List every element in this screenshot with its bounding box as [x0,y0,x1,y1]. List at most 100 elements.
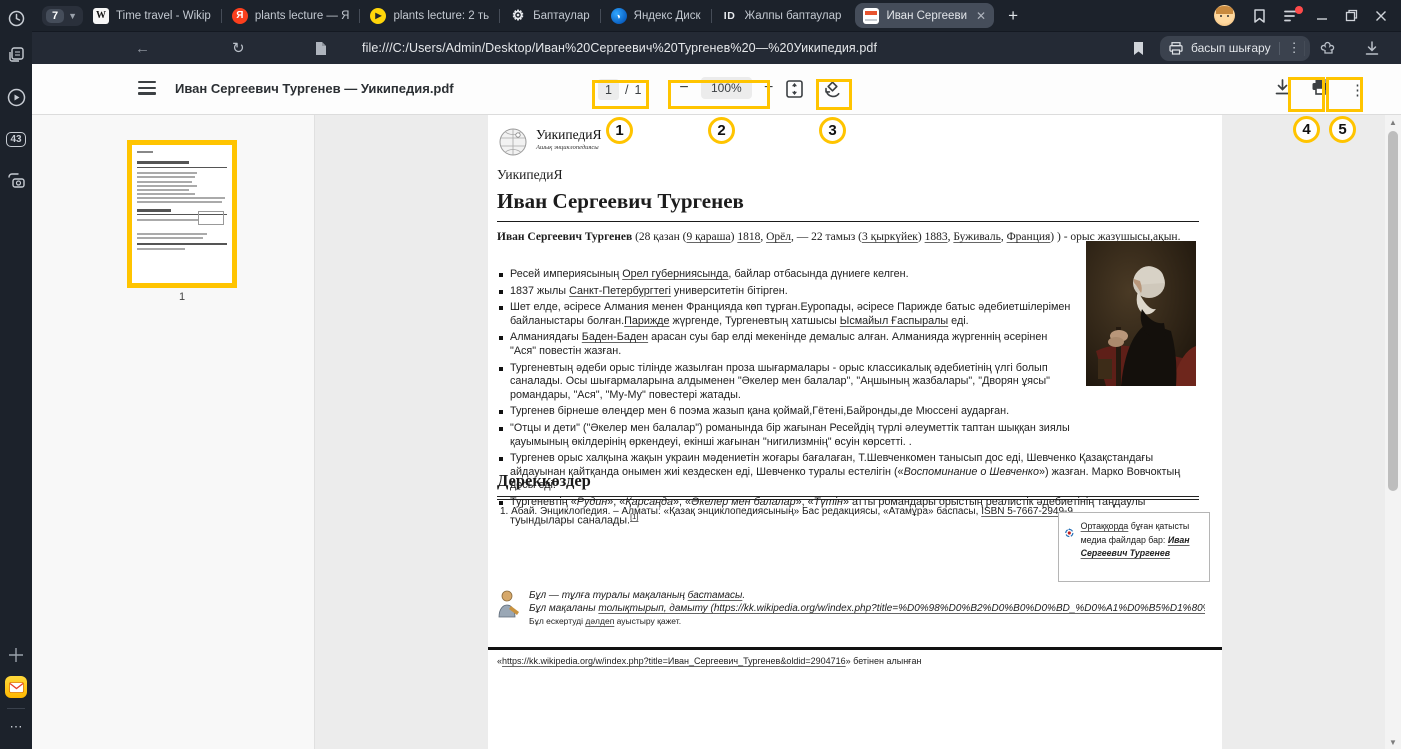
annotation-number-2: 2 [708,117,735,144]
annotation-box-page-counter [592,80,649,109]
wikipedia-logo: УикипедиЯ Ашық энциклопедиясы [497,127,602,159]
browser-sidebar: 43 ⋯ [0,0,32,749]
scroll-down-icon[interactable]: ▼ [1385,735,1401,749]
downloads-icon[interactable] [1365,41,1379,56]
gear-icon: ⚙ [510,8,526,24]
vertical-scrollbar[interactable]: ▲ ▼ [1385,115,1401,749]
minimize-button[interactable] [1316,10,1328,22]
doc-link[interactable]: Орёл [766,231,791,243]
tab-settings[interactable]: ⚙ Баптаулар [500,0,600,31]
annotation-box-print [1326,77,1363,112]
back-icon[interactable]: ← [135,40,150,57]
article-bullet: Алманиядағы Баден-Баден арасан суы бар е… [497,331,1073,358]
thumbnail-panel: 1 [32,115,315,749]
annotation-box-zoom-controls [668,80,770,109]
doc-link[interactable]: 3 қыркүйек [862,231,918,243]
history-icon[interactable] [0,5,32,31]
tab-counter[interactable]: 7 ▼ [42,6,83,26]
pdf-content-area: 1 УикипедиЯ Ашық энциклопедиясы Уикипеди… [32,115,1401,749]
wikipedia-tagline: Ашық энциклопедиясы [536,144,602,151]
sidebar-more-icon[interactable]: ⋯ [0,714,32,740]
collections-icon[interactable] [1320,40,1338,56]
play-circle-icon[interactable] [0,84,32,110]
yandex-mail-icon[interactable] [0,674,32,700]
address-bar: ← ↻ file:///C:/Users/Admin/Desktop/Иван%… [32,31,1401,64]
article-bullet: Тургеневтың әдеби орыс тілінде жазылған … [497,362,1073,403]
article-bullet: Ресей империясының Орел губерниясында, б… [497,268,1073,282]
url-text[interactable]: file:///C:/Users/Admin/Desktop/Иван%20Се… [362,41,877,55]
tab-plants-lecture-video[interactable]: ▶ plants lecture: 2 ть [360,0,499,31]
doc-link[interactable]: 1883 [925,231,948,243]
doc-link[interactable]: бастамасы [688,590,743,601]
article-title: Иван Сергеевич Тургенев [497,189,1199,222]
browser-window: 43 ⋯ 7 ▼ W Time travel - Wikip Я plants … [0,0,1401,749]
scrollbar-thumb[interactable] [1388,131,1398,491]
tab-panels-icon[interactable] [0,41,32,67]
tab-time-travel[interactable]: W Time travel - Wikip [83,0,221,31]
fit-to-page-icon[interactable] [785,79,804,104]
stub-notice: Бұл — тұлға туралы мақаланың бастамасы. … [497,589,1209,627]
print-button-label: басып шығару [1191,41,1271,55]
wikipedia-globe-icon [497,127,531,159]
browser-menu-icon[interactable] [1284,10,1299,22]
sidebar-add-icon[interactable] [0,642,32,668]
youtube-icon: ▶ [370,8,386,24]
article-bullet: Тургенев бірнеше өлеңдер мен 6 поэма жаз… [497,405,1073,419]
scroll-up-icon[interactable]: ▲ [1385,115,1401,129]
commons-box: Ортаққорда бұған қатысты медиа файлдар б… [1058,512,1210,582]
retrieved-from-line: «https://kk.wikipedia.org/w/index.php?ti… [497,656,921,666]
site-label: УикипедиЯ [497,167,563,183]
addressbar-divider [1304,41,1305,56]
doc-link[interactable]: 1818 [737,231,760,243]
tab-bar: 7 ▼ W Time travel - Wikip Я plants lectu… [32,0,1401,31]
print-page-button[interactable]: басып шығару ⋮ [1160,36,1310,61]
maximize-button[interactable] [1345,9,1358,22]
notification-dot [1295,6,1303,14]
footer-divider [488,647,1222,650]
article-bullet: "Отцы и дети" ("Әкелер мен балалар") ром… [497,422,1073,449]
annotation-box-download [1288,77,1325,112]
doc-link[interactable]: Орел губерниясында [622,268,728,280]
wikipedia-icon: W [93,8,109,24]
doc-link[interactable]: Санкт-Петербургтегі [569,285,671,297]
doc-link[interactable]: Ысмайыл Ғаспыралы [840,315,948,327]
reload-icon[interactable]: ↻ [232,39,245,57]
close-button[interactable] [1375,10,1387,22]
tab-turgenev-pdf-active[interactable]: Иван Сергееви ✕ [855,3,994,28]
doc-link[interactable]: толықтырып, дамыту (https://kk.wikipedia… [598,603,1205,614]
doc-link[interactable]: Франция [1007,231,1051,243]
doc-link[interactable]: Баден-Баден [582,331,648,343]
bookmarks-panel-icon[interactable] [1252,8,1267,24]
id-icon: ID [722,8,738,24]
tab-yandex-disk[interactable]: ◗ Яндекс Диск [601,0,711,31]
doc-link[interactable]: Ортаққорда [1081,521,1129,531]
page-thumbnail[interactable] [127,140,237,288]
stub-line-3: Бұл ескертуді дәлдеп ауыстыру қажет. [529,615,1205,627]
doc-link[interactable]: 9 қараша [686,231,730,243]
print-options-kebab-icon[interactable]: ⋮ [1288,40,1301,56]
tab-general-settings[interactable]: ID Жалпы баптаулар [712,0,852,31]
new-tab-button[interactable]: + [998,6,1028,26]
annotation-number-4: 4 [1293,116,1320,143]
article-bullet: 1837 жылы Санкт-Петербургтегі университе… [497,285,1073,299]
pdf-viewer: УикипедиЯ Ашық энциклопедиясы УикипедиЯ … [315,115,1385,749]
screenshot-camera-icon[interactable] [0,168,32,194]
doc-link[interactable]: Парижде [624,315,669,327]
doc-link[interactable]: Буживаль [953,231,1000,243]
annotation-number-3: 3 [819,117,846,144]
pdf-file-icon [863,8,879,24]
doc-link[interactable]: https://kk.wikipedia.org/w/index.php?tit… [502,656,846,666]
annotation-number-5: 5 [1329,116,1356,143]
pdf-menu-hamburger-icon[interactable] [138,81,156,95]
stub-line-1: Бұл — тұлға туралы мақаланың бастамасы. [529,589,1205,602]
badge-43-icon[interactable]: 43 [0,126,32,152]
tab-close-icon[interactable]: ✕ [976,9,986,23]
tab-plants-lecture-yandex[interactable]: Я plants lecture — Я [222,0,360,31]
stub-line-2: Бұл мақаланы толықтырып, дамыту (https:/… [529,602,1205,615]
chevron-down-icon: ▼ [68,11,77,21]
bookmark-icon[interactable] [1132,41,1145,56]
profile-avatar[interactable] [1214,5,1235,26]
doc-link[interactable]: дәлдеп [585,616,614,626]
printer-icon [1169,42,1183,55]
wikimedia-commons-icon [1065,520,1074,546]
